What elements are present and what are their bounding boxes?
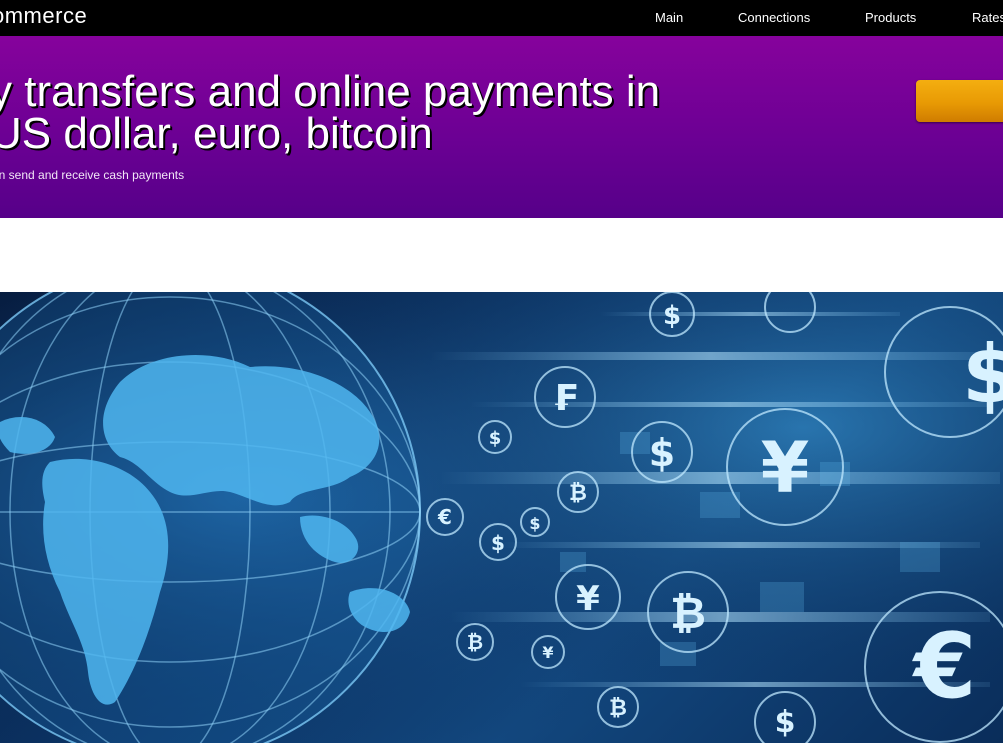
cta-button[interactable]	[916, 80, 1003, 122]
globe-currency-illustration: $ ₣ $ $ ₿ ¥ $ € $ $ ¥ ₿ ₿ ¥ ₿ $ €	[0, 292, 1003, 743]
euro-symbol-icon: €	[437, 505, 452, 529]
bitcoin-symbol-icon: ₿	[569, 481, 587, 506]
nav-link-rates[interactable]: Rates	[972, 10, 1003, 25]
nav-link-main[interactable]: Main	[655, 10, 683, 25]
page: ommerce Main Connections Products Rates …	[0, 0, 1003, 743]
dollar-symbol-icon: $	[529, 514, 540, 533]
yen-symbol-icon: ¥	[576, 579, 600, 619]
yen-symbol-icon: ¥	[542, 643, 553, 662]
dollar-symbol-icon: $	[489, 428, 502, 449]
euro-symbol-icon: €	[912, 614, 977, 719]
hero-title: y transfers and online payments in US do…	[0, 70, 660, 158]
bitcoin-symbol-icon: ₿	[467, 630, 483, 654]
hero-section: y transfers and online payments in US do…	[0, 36, 1003, 218]
dollar-symbol-icon: $	[649, 431, 675, 475]
dollar-symbol-icon: $	[775, 705, 796, 740]
hero-title-line-2: US dollar, euro, bitcoin	[0, 109, 433, 158]
hero-subtitle: an send and receive cash payments	[0, 168, 185, 182]
globe-graphic	[0, 292, 421, 743]
yen-symbol-icon: ¥	[761, 427, 810, 509]
brand-logo-text[interactable]: ommerce	[0, 3, 87, 29]
dollar-symbol-icon: $	[962, 328, 1003, 421]
bitcoin-symbol-icon: ₿	[609, 696, 627, 721]
dollar-symbol-icon: $	[491, 531, 505, 555]
bitcoin-symbol-icon: ₿	[670, 588, 706, 639]
dollar-symbol-icon: $	[663, 301, 681, 331]
top-nav-bar: ommerce Main Connections Products Rates	[0, 0, 1003, 37]
franc-symbol-icon: ₣	[552, 378, 577, 419]
finance-banner-image: $ ₣ $ $ ₿ ¥ $ € $ $ ¥ ₿ ₿ ¥ ₿ $ €	[0, 292, 1003, 743]
nav-link-connections[interactable]: Connections	[738, 10, 810, 25]
nav-link-products[interactable]: Products	[865, 10, 916, 25]
